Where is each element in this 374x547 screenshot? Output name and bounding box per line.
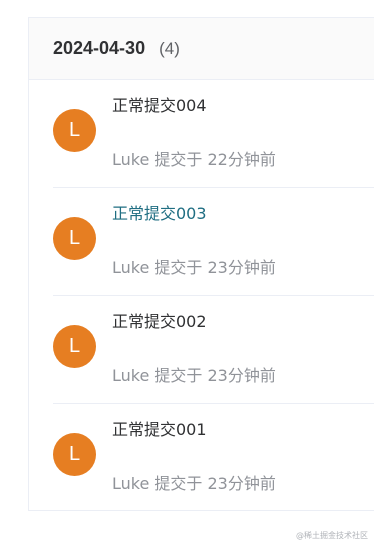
commit-item[interactable]: L 正常提交001 Luke 提交于 23分钟前 (53, 404, 374, 512)
commit-list: L 正常提交004 Luke 提交于 22分钟前 L 正常提交003 Luke … (29, 80, 374, 512)
commit-group-panel: 2024-04-30 (4) L 正常提交004 Luke 提交于 22分钟前 … (28, 17, 374, 511)
avatar: L (53, 109, 96, 152)
commit-title[interactable]: 正常提交001 (112, 416, 207, 440)
commit-meta: Luke 提交于 22分钟前 (112, 150, 276, 169)
commit-title[interactable]: 正常提交002 (112, 308, 207, 332)
commit-meta: Luke 提交于 23分钟前 (112, 258, 276, 277)
commit-meta: Luke 提交于 23分钟前 (112, 366, 276, 385)
commit-meta: Luke 提交于 23分钟前 (112, 474, 276, 493)
commit-item[interactable]: L 正常提交002 Luke 提交于 23分钟前 (53, 296, 374, 404)
group-count: (4) (159, 38, 180, 58)
avatar: L (53, 217, 96, 260)
commit-group-header: 2024-04-30 (4) (29, 18, 374, 80)
avatar: L (53, 325, 96, 368)
commit-title[interactable]: 正常提交003 (112, 200, 207, 224)
avatar: L (53, 433, 96, 476)
commit-item[interactable]: L 正常提交004 Luke 提交于 22分钟前 (53, 80, 374, 188)
group-date: 2024-04-30 (53, 38, 146, 58)
commit-item[interactable]: L 正常提交003 Luke 提交于 23分钟前 (53, 188, 374, 296)
commit-title[interactable]: 正常提交004 (112, 92, 207, 116)
watermark: @稀土掘金技术社区 (296, 531, 368, 540)
